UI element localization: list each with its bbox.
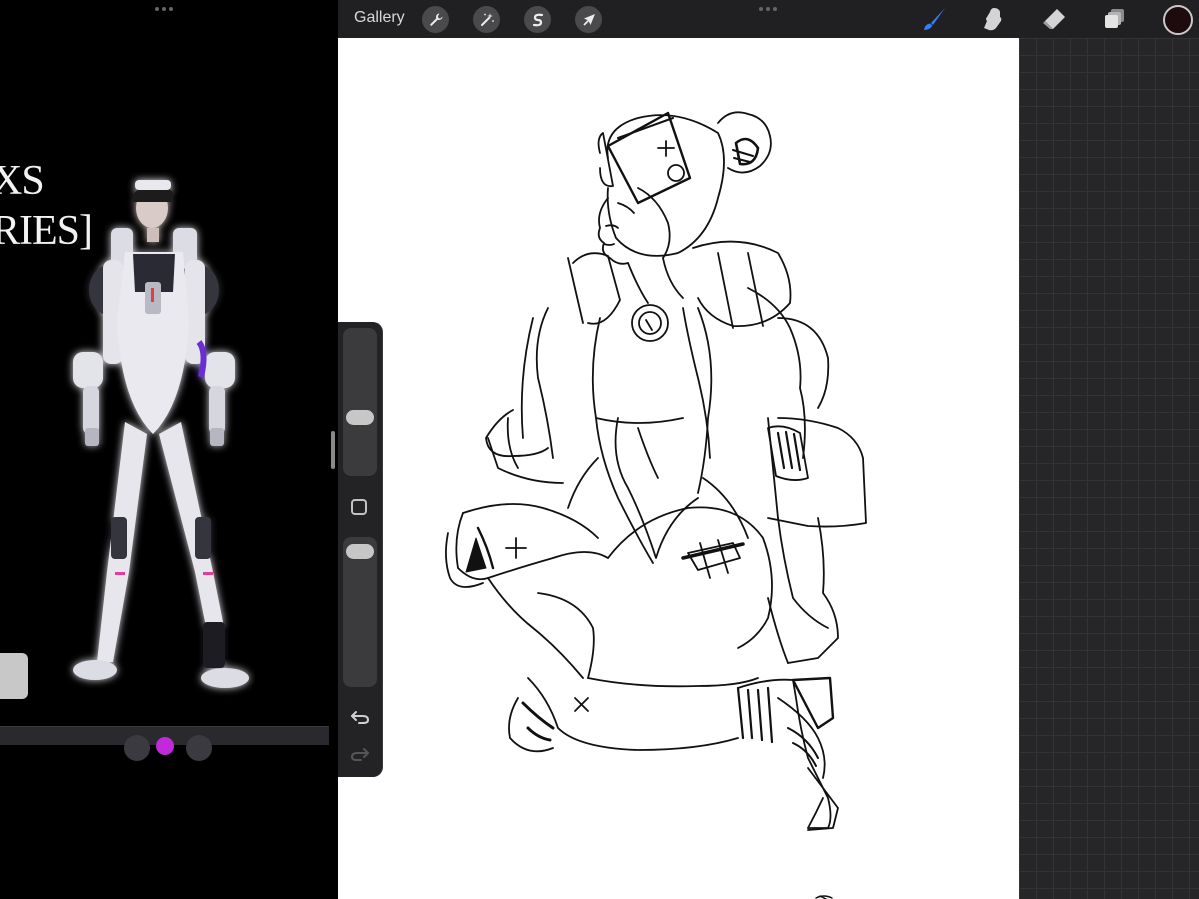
procreate-split-screen: XS RIES] Gallery (0, 0, 1199, 899)
adjustments-button[interactable] (473, 6, 500, 33)
split-view-divider-handle[interactable] (331, 431, 335, 469)
procreate-top-toolbar: Gallery (338, 0, 1199, 38)
character-sketch (445, 111, 867, 899)
reference-app-pane[interactable]: XS RIES] (0, 0, 333, 899)
selection-button[interactable] (524, 6, 551, 33)
gallery-button[interactable]: Gallery (354, 9, 405, 27)
undo-button[interactable] (348, 705, 372, 729)
redo-button[interactable] (348, 742, 372, 766)
drawing-canvas[interactable] (338, 38, 1019, 899)
paintbrush-icon (924, 8, 945, 30)
undo-arrow-icon (351, 711, 370, 724)
eraser-icon (1043, 9, 1065, 29)
layers-icon (1105, 9, 1124, 28)
redo-arrow-icon (350, 748, 369, 761)
magic-wand-icon (480, 12, 494, 26)
layers-button[interactable] (1101, 5, 1129, 33)
reference-toolbar-button[interactable] (124, 735, 150, 761)
reference-app-toolbar (0, 726, 329, 761)
wrench-icon (429, 13, 442, 26)
brush-sidebar (338, 322, 382, 777)
canvas-background-grid (1019, 38, 1199, 899)
reference-thumbnail-card[interactable] (0, 653, 28, 699)
smudge-tool-button[interactable] (979, 5, 1007, 33)
eraser-tool-button[interactable] (1040, 5, 1068, 33)
split-view-handle-dots[interactable] (155, 7, 173, 11)
selection-s-icon (532, 13, 543, 26)
brush-size-slider-thumb[interactable] (346, 409, 374, 425)
modify-button[interactable] (351, 499, 367, 515)
color-picker-button[interactable] (1163, 5, 1193, 35)
opacity-slider-thumb[interactable] (346, 543, 374, 559)
brush-size-slider[interactable] (343, 328, 377, 476)
actions-button[interactable] (422, 6, 449, 33)
brush-tool-button[interactable] (920, 5, 948, 33)
opacity-slider[interactable] (343, 537, 377, 687)
multitasking-dots[interactable] (759, 7, 777, 11)
arrow-cursor-icon (582, 13, 595, 26)
transform-button[interactable] (575, 6, 602, 33)
reference-color-dot-icon[interactable] (156, 737, 174, 755)
smudge-icon (984, 8, 1002, 31)
reference-toolbar-button[interactable] (186, 735, 212, 761)
reference-character-image (73, 180, 249, 688)
